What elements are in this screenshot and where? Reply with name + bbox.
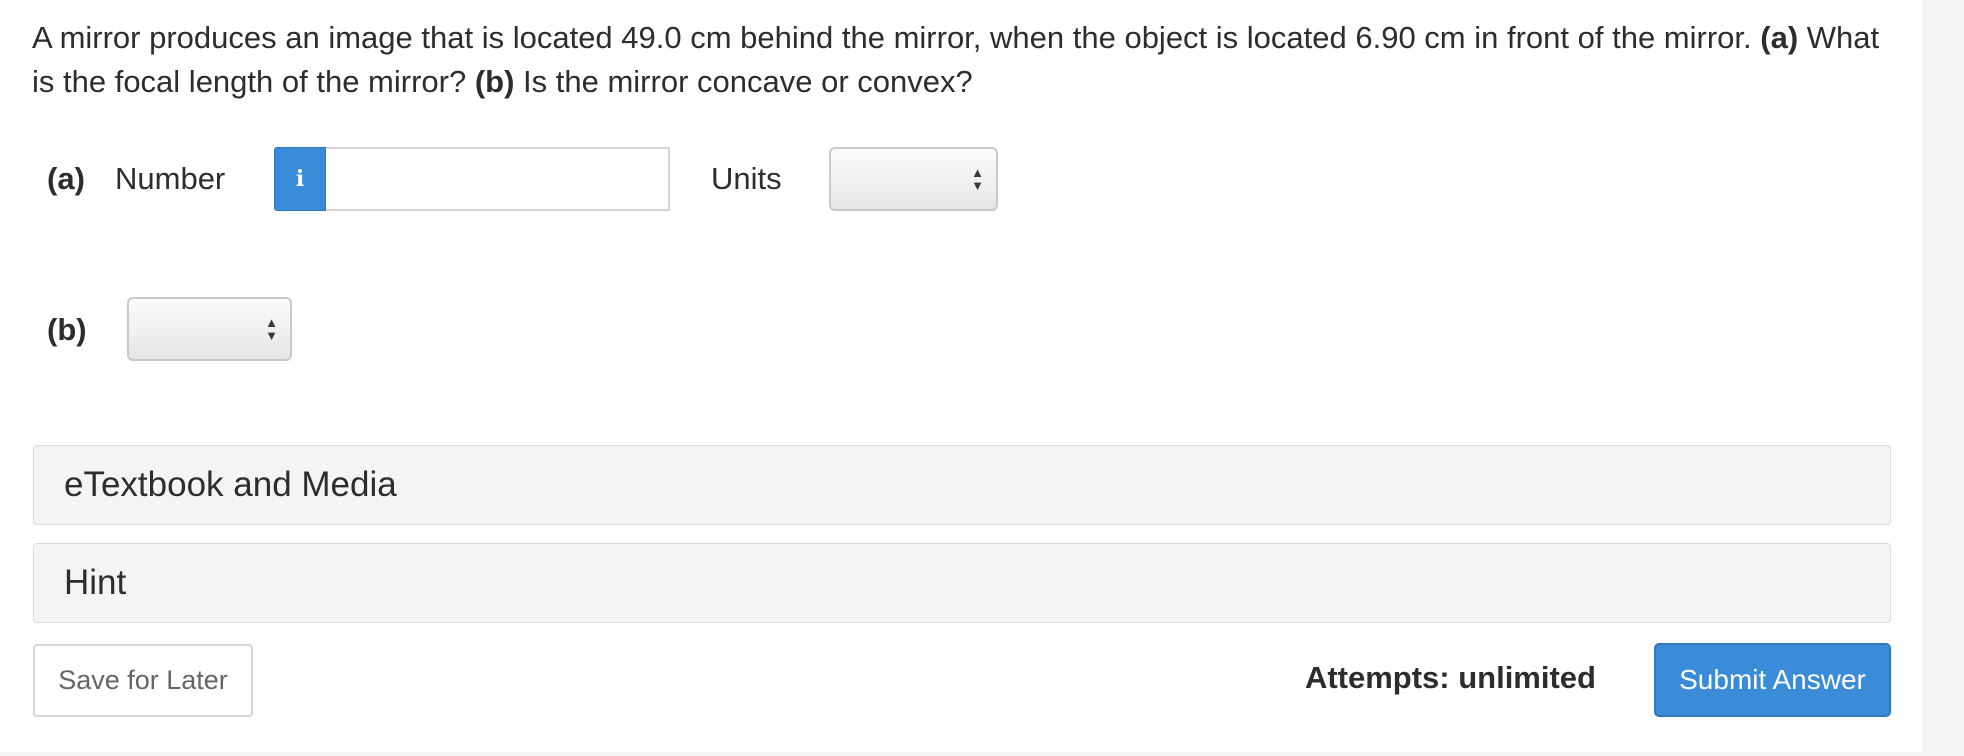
question-panel: A mirror produces an image that is locat… — [0, 0, 1922, 752]
question-part-a-marker: (a) — [1760, 20, 1799, 55]
question-text-part-1: A mirror produces an image that is locat… — [32, 20, 1761, 55]
number-input[interactable] — [326, 147, 670, 211]
select-arrows-icon: ▲ ▼ — [971, 165, 984, 193]
number-label: Number — [115, 161, 226, 196]
info-icon[interactable]: i — [274, 147, 326, 211]
hint-label: Hint — [64, 563, 127, 602]
question-part-b-marker: (b) — [474, 64, 515, 99]
etextbook-media-accordion[interactable]: eTextbook and Media — [33, 445, 1891, 525]
hint-accordion[interactable]: Hint — [33, 543, 1891, 623]
attempts-label: Attempts: unlimited — [1304, 660, 1596, 695]
info-icon-glyph: i — [295, 166, 305, 192]
units-label: Units — [711, 161, 782, 196]
part-a-label: (a) — [47, 161, 85, 196]
part-b-select[interactable]: ▲ ▼ — [127, 297, 292, 361]
save-for-later-button[interactable]: Save for Later — [33, 644, 253, 717]
question-text-part-3: Is the mirror concave or convex? — [514, 64, 973, 99]
question-text: A mirror produces an image that is locat… — [32, 16, 1892, 104]
select-arrows-icon: ▲ ▼ — [265, 315, 278, 343]
etextbook-media-label: eTextbook and Media — [64, 465, 397, 504]
part-b-label: (b) — [47, 312, 87, 347]
submit-answer-button[interactable]: Submit Answer — [1654, 643, 1891, 717]
units-select[interactable]: ▲ ▼ — [829, 147, 998, 211]
